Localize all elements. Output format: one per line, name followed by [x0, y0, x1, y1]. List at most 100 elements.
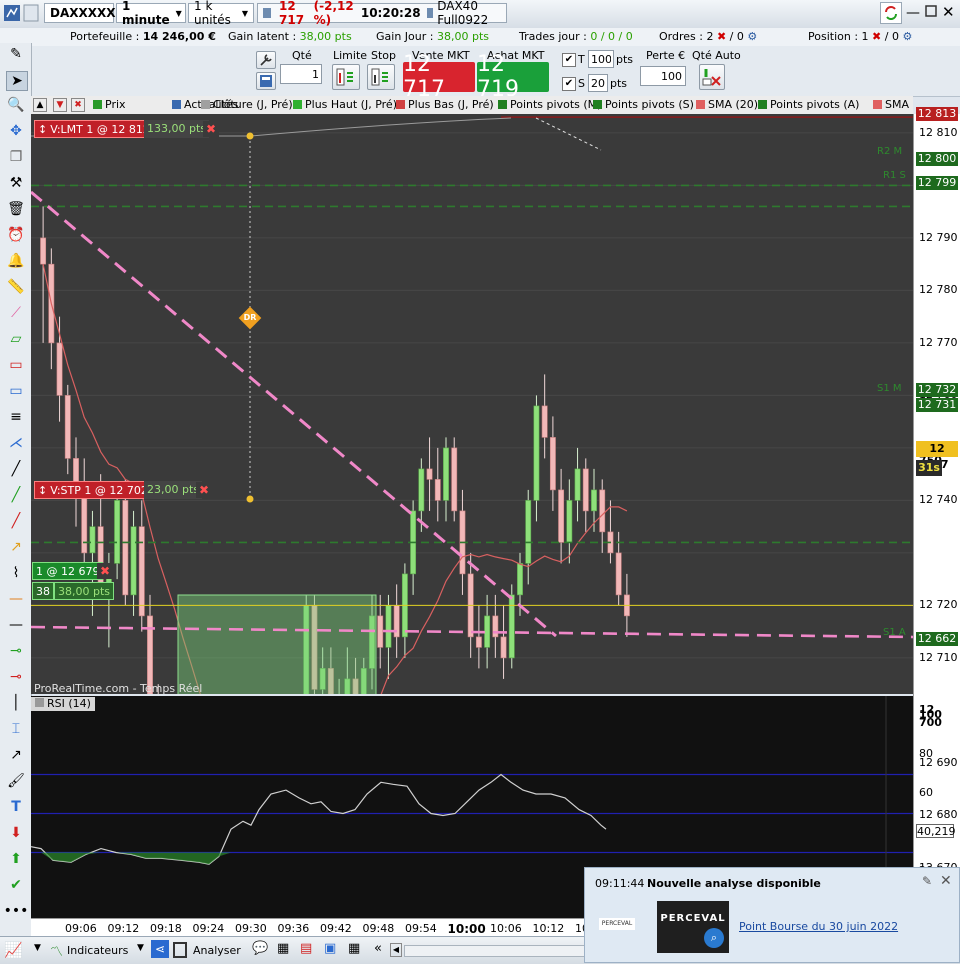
segment-icon[interactable]: ⟋ [6, 304, 26, 322]
stop-order-tag[interactable]: ↕ V:STP 1 @ 12 702 [34, 481, 152, 499]
target-input[interactable] [588, 50, 614, 68]
alarm-icon[interactable]: ⏰ [6, 226, 26, 244]
stop-order-button[interactable] [367, 64, 395, 90]
channel-icon[interactable]: ▱ [6, 330, 26, 348]
up-arrow-icon[interactable]: ⬆ [6, 850, 26, 868]
settings-icon[interactable]: ▼ [53, 98, 67, 112]
cursor-icon[interactable]: ➤ [6, 71, 28, 91]
grid-icon[interactable]: ▦ [348, 941, 360, 956]
scroll-left-button[interactable]: ◀ [390, 943, 402, 957]
horizontal-scrollbar[interactable] [404, 945, 586, 957]
bell-icon[interactable]: 🔔 [6, 252, 26, 270]
green-hline-icon[interactable]: ⊸ [6, 642, 26, 660]
green-line-icon[interactable]: ╱ [6, 486, 26, 504]
more-tools-icon[interactable]: ••• [4, 902, 29, 920]
indicators-button[interactable]: 〽 Indicateurs [50, 940, 146, 960]
indicator-item[interactable]: Clôture (J, Pré) [201, 98, 293, 111]
stop-loss-input[interactable] [588, 74, 608, 92]
notification-popup[interactable]: 09:11:44 Nouvelle analyse disponible ✎ ✕… [584, 867, 960, 963]
position-tag[interactable]: 1 @ 12 679 [32, 562, 104, 580]
stop-checkbox[interactable]: ✔ [562, 77, 576, 91]
copy-icon[interactable]: ❐ [6, 148, 26, 166]
instrument-select[interactable]: DAXXXXX▼ [44, 3, 128, 23]
search-icon[interactable]: ⌕ [704, 928, 724, 948]
orange-line-icon[interactable]: — [6, 590, 26, 608]
rsi-header[interactable]: RSI (14) [31, 697, 95, 711]
wrench-icon[interactable] [256, 51, 276, 69]
orders-count[interactable]: 2 [706, 30, 713, 43]
pencil-icon[interactable]: ✎ [6, 45, 26, 63]
timeframe-select[interactable]: 1 minute ▼ [116, 0, 186, 27]
list-icon[interactable]: ▤ [300, 941, 312, 956]
buy-mkt-button[interactable]: 12 719 [477, 52, 549, 102]
polyline-icon[interactable]: ⌇ [6, 564, 26, 582]
position-count[interactable]: 1 [862, 30, 869, 43]
zoom-icon[interactable]: 🔍 [6, 96, 26, 114]
gear-icon[interactable]: ⚙ [747, 30, 757, 43]
indicator-item[interactable]: Points pivots (S) [593, 98, 694, 111]
indicator-item[interactable]: SMA (2 [873, 98, 913, 111]
chevron-down-icon[interactable]: ▼ [137, 943, 144, 953]
sell-mkt-button[interactable]: 12 717 [403, 52, 475, 102]
collapse-icon[interactable]: ▲ [33, 98, 47, 112]
close-button[interactable]: ✕ [942, 3, 955, 21]
indicator-item[interactable]: Plus Haut (J, Pré) [293, 98, 397, 111]
target-checkbox[interactable]: ✔ [562, 53, 576, 67]
cancel-stop-icon[interactable]: ✖ [196, 482, 212, 498]
brush-icon[interactable]: 🖌 [6, 772, 26, 790]
red-hline-icon[interactable]: ⊸ [6, 668, 26, 686]
down-arrow-icon[interactable]: ⬇ [6, 824, 26, 842]
limit-order-tag[interactable]: ↕ V:LMT 1 @ 12 812 [34, 120, 154, 138]
perte-input[interactable] [640, 66, 686, 86]
chevron-down-icon[interactable]: ▼ [34, 943, 41, 953]
refresh-icon[interactable] [880, 2, 902, 24]
fib-time-icon[interactable]: ⌶ [6, 720, 26, 738]
minimize-button[interactable]: — [906, 5, 922, 21]
scroll-left-icon[interactable]: « [374, 941, 382, 956]
chat-icon[interactable]: 💬 [252, 941, 268, 956]
price-chart[interactable]: ProRealTime.com - Temps Réel ↕ V:LMT 1 @ … [31, 114, 913, 694]
calculator-icon[interactable] [256, 72, 276, 90]
arrow-icon[interactable]: ↗ [6, 746, 26, 764]
cancel-limit-icon[interactable]: ✖ [203, 121, 219, 137]
qty-input[interactable] [280, 64, 322, 84]
share-icon[interactable]: ⋖ [151, 940, 169, 958]
close-position-chart-icon[interactable]: ✖ [97, 563, 113, 579]
pin-icon[interactable]: ✎ [922, 874, 932, 888]
analyser-button[interactable]: Analyser [173, 940, 243, 960]
ruler-icon[interactable]: 📏 [6, 278, 26, 296]
limit-order-button[interactable] [332, 64, 360, 90]
cancel-orders-icon[interactable]: ✖ [717, 30, 726, 43]
units-select[interactable]: 1 k unités ▼ [188, 0, 254, 27]
horizontal-line-icon[interactable]: — [6, 616, 26, 634]
move-icon[interactable]: ✥ [6, 122, 26, 140]
box-icon[interactable]: ▭ [6, 382, 26, 400]
arrow-line-icon[interactable]: ↗ [6, 538, 26, 556]
trash-icon[interactable]: 🗑 [6, 200, 26, 218]
table-icon[interactable]: ▦ [277, 941, 289, 956]
close-panel-icon[interactable]: ✖ [71, 98, 85, 112]
indicator-item[interactable]: Plus Bas (J, Pré) [396, 98, 494, 111]
price-axis[interactable]: 12 81012 79012 78012 77012 76012 75012 7… [913, 107, 960, 926]
qte-auto-button[interactable] [699, 64, 725, 90]
app-logo-icon[interactable] [2, 3, 40, 23]
fibonacci-icon[interactable]: ≡ [6, 408, 26, 426]
indicator-item[interactable]: Prix [93, 98, 126, 111]
fan-icon[interactable]: ⋌ [6, 434, 26, 452]
text-icon[interactable]: T [6, 798, 26, 816]
analysis-thumbnail[interactable]: PERCEVAL ⌕ [657, 901, 729, 953]
vertical-line-icon[interactable]: │ [6, 694, 26, 712]
gear-icon[interactable]: ⚙ [902, 30, 912, 43]
analysis-link[interactable]: Point Bourse du 30 juin 2022 [739, 920, 898, 933]
alert-icon[interactable]: 📈 [4, 941, 23, 959]
close-position-icon[interactable]: ✖ [872, 30, 881, 43]
indicator-item[interactable]: Points pivots (A) [758, 98, 859, 111]
checkmark-icon[interactable]: ✔ [6, 876, 26, 894]
line-icon[interactable]: ╱ [6, 460, 26, 478]
tools-icon[interactable]: ⚒ [6, 174, 26, 192]
close-notification-icon[interactable]: ✕ [940, 873, 952, 889]
indicator-item[interactable]: Points pivots (M) [498, 98, 601, 111]
rectangle-icon[interactable]: ▭ [6, 356, 26, 374]
maximize-button[interactable] [924, 4, 940, 18]
calendar-icon[interactable]: ▣ [324, 941, 336, 956]
